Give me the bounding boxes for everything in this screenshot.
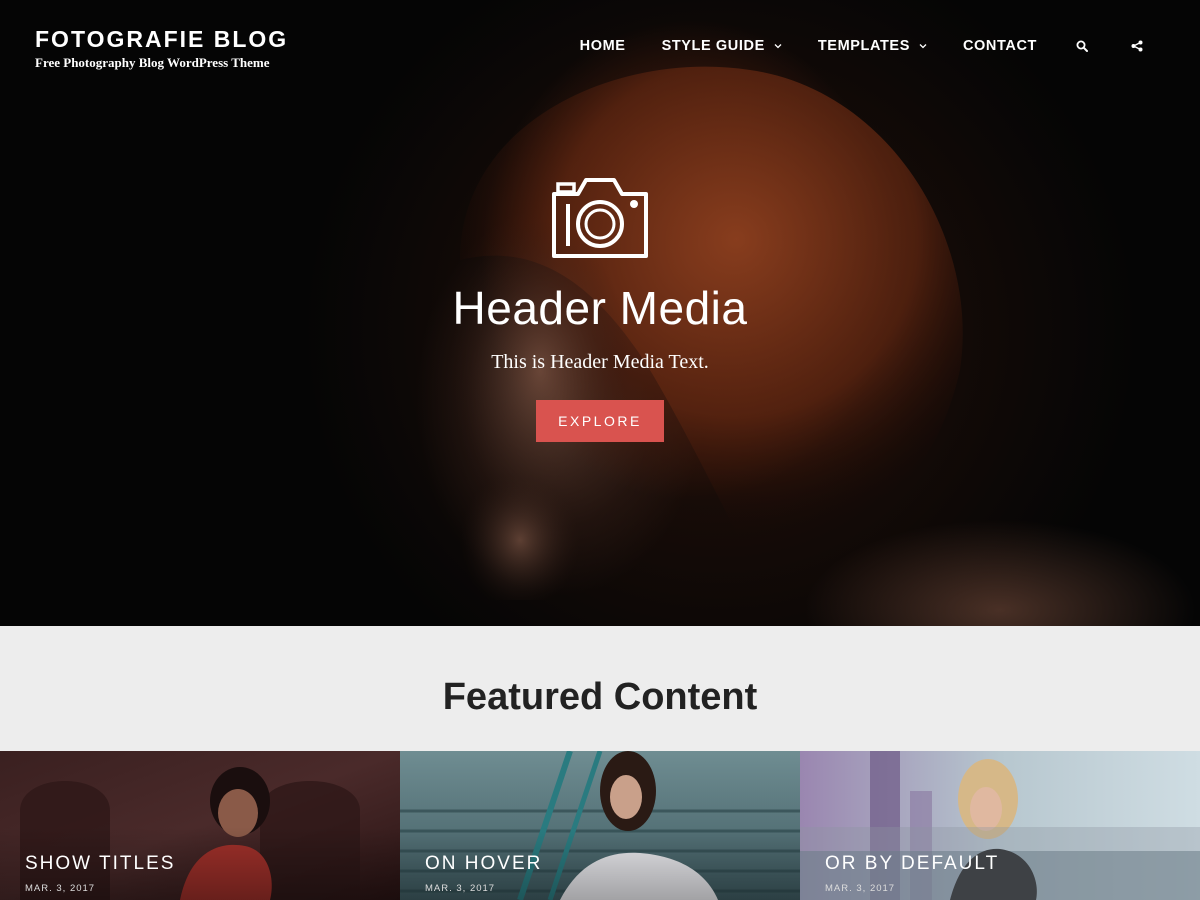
header-media-content: Header Media This is Header Media Text. … xyxy=(0,172,1200,442)
featured-content-heading: Featured Content xyxy=(442,676,758,718)
featured-card-date: MAR. 3, 2017 xyxy=(825,883,896,894)
chevron-down-icon xyxy=(774,42,782,50)
featured-card-date: MAR. 3, 2017 xyxy=(425,883,496,894)
nav-item-home[interactable]: HOME xyxy=(580,38,626,54)
chevron-down-icon xyxy=(919,42,927,50)
featured-card[interactable]: OR BY DEFAULT MAR. 3, 2017 xyxy=(800,751,1200,900)
nav-item-label: TEMPLATES xyxy=(817,38,910,54)
nav-item-label: CONTACT xyxy=(962,38,1037,54)
nav-item-templates[interactable]: TEMPLATES xyxy=(818,38,927,54)
featured-card[interactable]: ON HOVER MAR. 3, 2017 xyxy=(400,751,800,900)
header-media: FOTOGRAFIE BLOG Free Photography Blog Wo… xyxy=(0,0,1200,626)
featured-card-title[interactable]: ON HOVER xyxy=(425,853,542,875)
featured-card-title[interactable]: OR BY DEFAULT xyxy=(825,853,999,875)
main-navigation: HOME STYLE GUIDE TEMPLATES CONTACT xyxy=(580,36,1200,56)
nav-item-contact[interactable]: CONTACT xyxy=(963,38,1037,54)
featured-card-title[interactable]: SHOW TITLES xyxy=(25,853,175,875)
site-branding: FOTOGRAFIE BLOG Free Photography Blog Wo… xyxy=(35,26,288,71)
featured-card[interactable]: SHOW TITLES MAR. 3, 2017 xyxy=(0,751,400,900)
nav-item-label: STYLE GUIDE xyxy=(661,38,765,54)
share-icon[interactable] xyxy=(1130,39,1144,53)
nav-item-style-guide[interactable]: STYLE GUIDE xyxy=(662,38,782,54)
site-description: Free Photography Blog WordPress Theme xyxy=(35,55,270,70)
search-icon[interactable] xyxy=(1075,39,1089,53)
explore-button[interactable]: EXPLORE xyxy=(536,400,664,442)
featured-content-grid: SHOW TITLES MAR. 3, 2017 ON HOVER MAR. 3… xyxy=(0,751,1200,900)
featured-content-section: Featured Content SHOW TITLES MAR. 3, 201… xyxy=(0,626,1200,900)
site-title[interactable]: FOTOGRAFIE BLOG xyxy=(35,26,288,52)
camera-icon xyxy=(548,172,652,262)
header-media-title: Header Media xyxy=(452,282,748,334)
header-media-text: This is Header Media Text. xyxy=(491,351,709,373)
featured-card-date: MAR. 3, 2017 xyxy=(25,883,96,894)
nav-item-label: HOME xyxy=(579,38,626,54)
